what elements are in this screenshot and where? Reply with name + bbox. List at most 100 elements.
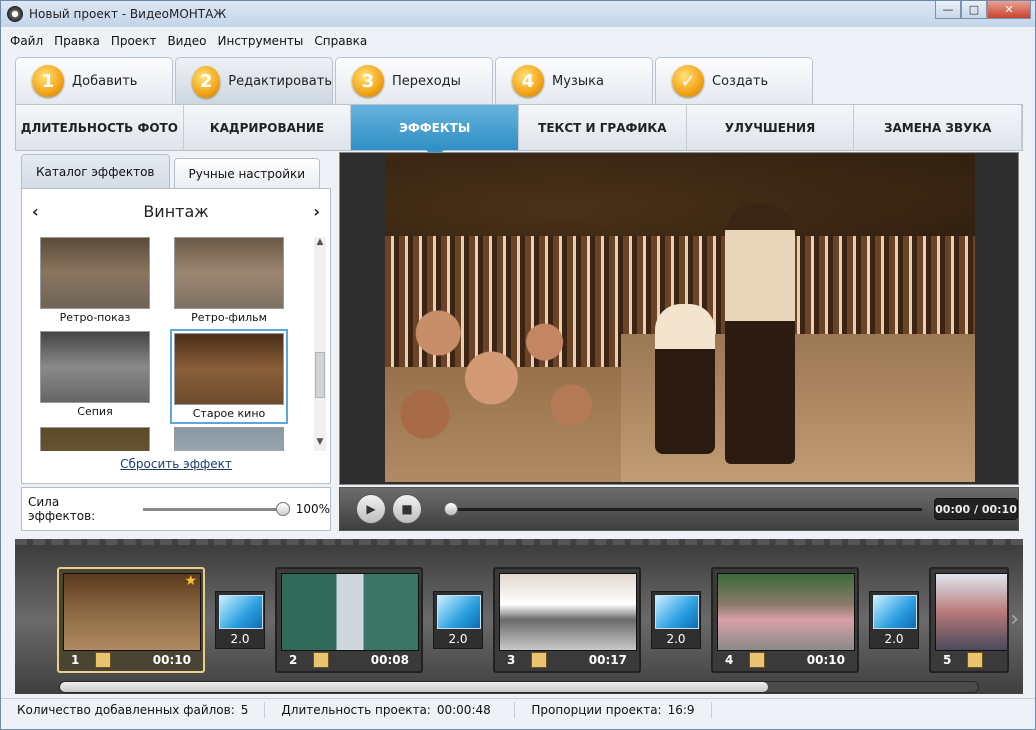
- effect-strength: Сила эффектов: 100%: [21, 487, 331, 531]
- effect-label: Сепия: [77, 405, 113, 418]
- transition-icon: [219, 595, 263, 629]
- star-icon: ★: [184, 573, 197, 589]
- preview-balloons: [385, 278, 651, 460]
- transition-card[interactable]: 2.0: [433, 591, 483, 649]
- transition-icon: [437, 595, 481, 629]
- clip-card[interactable]: 4 00:10: [711, 567, 859, 673]
- video-preview: [339, 152, 1019, 485]
- edit-tabs: ДЛИТЕЛЬНОСТЬ ФОТО КАДРИРОВАНИЕ ЭФФЕКТЫ Т…: [15, 104, 1023, 158]
- pencil-icon[interactable]: [531, 652, 547, 668]
- step-edit[interactable]: 2 Редактировать: [175, 57, 333, 105]
- reset-effect-link[interactable]: Сбросить эффект: [22, 457, 330, 471]
- clip-card[interactable]: 3 00:17: [493, 567, 641, 673]
- clip-thumbnail: [63, 573, 201, 651]
- seek-knob[interactable]: [444, 501, 458, 516]
- effects-scrollbar[interactable]: ▲ ▼: [314, 237, 326, 451]
- effect-thumbnail: [40, 427, 150, 451]
- step-add[interactable]: 1 Добавить: [15, 57, 173, 104]
- menu-project[interactable]: Проект: [111, 34, 157, 48]
- effect-thumbnail-partial[interactable]: [36, 427, 154, 451]
- effect-label: Ретро-показ: [59, 311, 131, 324]
- transition-duration: 2.0: [884, 632, 904, 646]
- transition-card[interactable]: 2.0: [215, 591, 265, 649]
- tab-replace-audio[interactable]: ЗАМЕНА ЗВУКА: [854, 105, 1023, 150]
- status-duration: Длительность проекта: 00:00:48: [265, 701, 516, 718]
- transition-card[interactable]: 2.0: [869, 591, 919, 649]
- menu-help[interactable]: Справка: [314, 34, 367, 48]
- effect-thumbnail: [40, 331, 150, 403]
- effect-old-cinema[interactable]: Старое кино: [170, 329, 288, 424]
- transition-duration: 2.0: [448, 632, 468, 646]
- status-files-value: 5: [240, 702, 249, 717]
- player-controls: ▶ ■ 00:00 / 00:10: [339, 487, 1019, 531]
- step-music[interactable]: 4 Музыка: [495, 57, 653, 104]
- step-number-badge: 2: [192, 65, 221, 98]
- stop-button[interactable]: ■: [392, 494, 422, 524]
- scroll-thumb[interactable]: [315, 352, 325, 398]
- next-category-button[interactable]: ›: [313, 202, 320, 221]
- step-create[interactable]: ✓ Создать: [655, 57, 813, 104]
- tab-photo-duration[interactable]: ДЛИТЕЛЬНОСТЬ ФОТО: [16, 105, 184, 150]
- tab-text-graphics[interactable]: ТЕКСТ И ГРАФИКА: [519, 105, 687, 150]
- clip-thumbnail: [499, 573, 637, 651]
- menu-video[interactable]: Видео: [167, 34, 206, 48]
- pencil-icon[interactable]: [749, 652, 765, 668]
- clip-card[interactable]: ★ 1 00:10: [57, 567, 205, 673]
- transition-card[interactable]: 2.0: [651, 591, 701, 649]
- tab-enhancements[interactable]: УЛУЧШЕНИЯ: [687, 105, 855, 150]
- maximize-button[interactable]: □: [961, 1, 987, 19]
- clip-duration: 00:10: [152, 653, 191, 667]
- menu-file[interactable]: Файл: [10, 34, 43, 48]
- effects-grid: Ретро-показ Ретро-фильм Сепия Старое кин…: [36, 237, 306, 451]
- timeline-next-icon[interactable]: ›: [1010, 607, 1019, 632]
- pencil-icon[interactable]: [95, 652, 111, 668]
- pencil-icon[interactable]: [313, 652, 329, 668]
- clip-duration: 00:10: [806, 653, 845, 667]
- play-button[interactable]: ▶: [356, 494, 386, 524]
- close-button[interactable]: ✕: [987, 1, 1031, 19]
- category-title: Винтаж: [143, 201, 209, 221]
- step-label: Музыка: [552, 73, 604, 89]
- menu-edit[interactable]: Правка: [54, 34, 100, 48]
- preview-boy: [725, 204, 795, 464]
- strength-value: 100%: [295, 502, 330, 516]
- time-display: 00:00 / 00:10: [934, 498, 1018, 520]
- timeline-scroll-thumb[interactable]: [60, 682, 768, 692]
- step-number-badge: 3: [352, 65, 384, 97]
- tab-effects[interactable]: ЭФФЕКТЫ: [351, 105, 520, 158]
- scroll-down-icon[interactable]: ▼: [314, 437, 326, 451]
- step-number-badge: 4: [512, 65, 544, 97]
- prev-category-button[interactable]: ‹: [32, 202, 39, 221]
- window-title: Новый проект - ВидеоМОНТАЖ: [29, 7, 227, 21]
- step-transitions[interactable]: 3 Переходы: [335, 57, 493, 104]
- status-duration-value: 00:00:48: [436, 702, 491, 717]
- tab-manual-settings[interactable]: Ручные настройки: [173, 158, 321, 188]
- pencil-icon[interactable]: [967, 652, 983, 668]
- scroll-up-icon[interactable]: ▲: [314, 237, 326, 251]
- effect-label: Старое кино: [192, 407, 266, 420]
- status-bar: Количество добавленных файлов: 5 Длительн…: [1, 698, 1035, 720]
- strength-label: Сила эффектов:: [28, 495, 96, 523]
- tab-effects-catalog[interactable]: Каталог эффектов: [21, 154, 170, 188]
- clip-card[interactable]: 5: [929, 567, 1009, 673]
- step-number-badge: 1: [32, 65, 64, 97]
- effect-retro-show[interactable]: Ретро-показ: [36, 237, 154, 324]
- menu-tools[interactable]: Инструменты: [218, 34, 304, 48]
- effect-thumbnail-partial[interactable]: [170, 427, 288, 451]
- slider-knob[interactable]: [275, 501, 290, 516]
- timeline-scrollbar[interactable]: [59, 681, 979, 693]
- effect-sepia[interactable]: Сепия: [36, 331, 154, 418]
- strength-slider[interactable]: [143, 501, 290, 516]
- preview-girl: [655, 304, 715, 454]
- status-ratio: Пропорции проекта: 16:9: [515, 701, 712, 718]
- seek-bar[interactable]: [444, 501, 922, 516]
- step-label: Создать: [712, 73, 769, 89]
- clip-card[interactable]: 2 00:08: [275, 567, 423, 673]
- status-ratio-label: Пропорции проекта:: [531, 702, 662, 717]
- step-label: Переходы: [392, 73, 461, 89]
- effect-thumbnail: [174, 427, 284, 451]
- effect-retro-film[interactable]: Ретро-фильм: [170, 237, 288, 324]
- minimize-button[interactable]: —: [935, 1, 961, 19]
- status-duration-label: Длительность проекта:: [281, 702, 431, 717]
- tab-crop[interactable]: КАДРИРОВАНИЕ: [184, 105, 352, 150]
